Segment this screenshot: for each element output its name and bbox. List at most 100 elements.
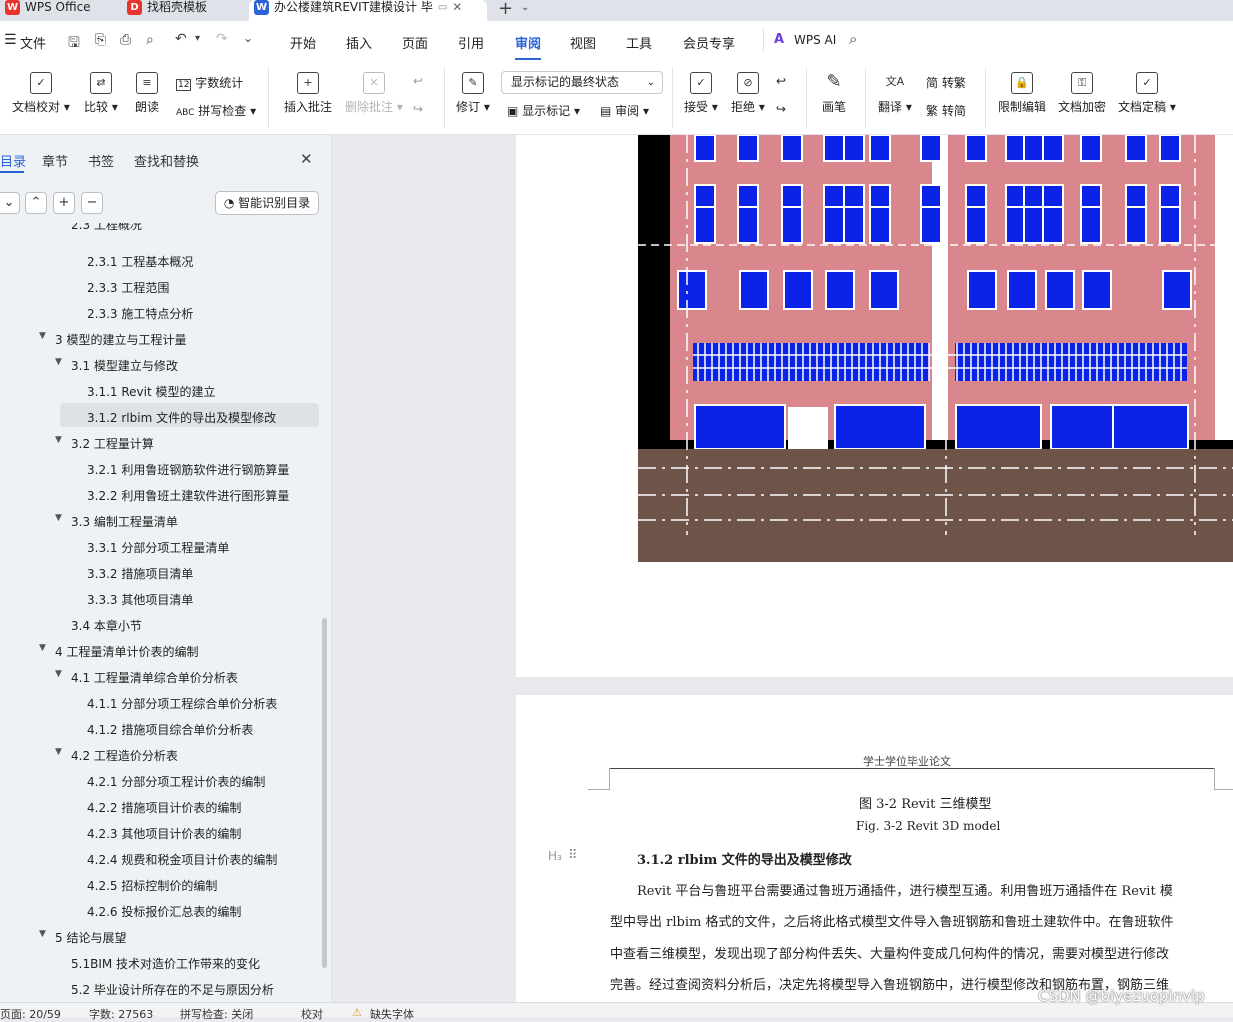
prev-change-icon[interactable]: ↩	[776, 74, 786, 88]
tab-toc[interactable]: 目录	[0, 151, 26, 170]
review-pane-button[interactable]: ▤ 审阅 ▾	[600, 102, 649, 119]
menu-home[interactable]: 开始	[290, 33, 316, 52]
menu-view[interactable]: 视图	[570, 33, 596, 52]
print-icon[interactable]: ⎙	[120, 32, 131, 48]
collapse-all-button[interactable]: ⌄	[0, 192, 20, 214]
move-up-button[interactable]: ⌃	[25, 192, 47, 214]
tab-wps-office[interactable]: W WPS Office	[0, 0, 110, 21]
print-preview-icon[interactable]: ⌕	[146, 32, 154, 48]
insert-comment-button[interactable]: + 插入批注	[284, 72, 332, 115]
reject-button[interactable]: ⊘ 拒绝 ▾	[731, 72, 765, 115]
spell-check-status[interactable]: 拼写检查: 关闭	[180, 1006, 253, 1022]
proofread-button[interactable]: ✓ 文档校对 ▾	[12, 72, 70, 115]
to-simplified-button[interactable]: 繁 转简	[926, 102, 966, 119]
expand-caret-icon[interactable]: ▼	[39, 331, 46, 341]
toc-item[interactable]: 2.3.3 施工特点分析	[87, 305, 193, 322]
toc-item[interactable]: 3.3.2 措施项目清单	[87, 565, 193, 582]
expand-caret-icon[interactable]: ▼	[55, 513, 62, 523]
menu-member[interactable]: 会员专享	[683, 33, 735, 52]
undo-icon[interactable]: ↶	[175, 31, 187, 47]
menu-references[interactable]: 引用	[458, 33, 484, 52]
tab-list-chevron-icon[interactable]: ⌄	[521, 2, 529, 13]
delete-comment-button[interactable]: ✕ 删除批注 ▾	[345, 72, 403, 115]
expand-caret-icon[interactable]: ▼	[39, 929, 46, 939]
save-icon[interactable]: 🖫	[68, 32, 80, 56]
word-count-status[interactable]: 字数: 27563	[89, 1006, 153, 1022]
undo-chevron-icon[interactable]: ▾	[195, 33, 200, 44]
read-aloud-button[interactable]: ≡ 朗读	[135, 72, 159, 115]
translate-button[interactable]: 文A 翻译 ▾	[878, 72, 912, 115]
export-icon[interactable]: ⎘	[95, 32, 106, 48]
menu-insert[interactable]: 插入	[346, 33, 372, 52]
next-change-icon[interactable]: ↪	[776, 102, 786, 116]
smart-toc-button[interactable]: ◔ 智能识别目录	[215, 191, 319, 215]
toc-item[interactable]: 5.2 毕业设计所存在的不足与原因分析	[71, 981, 274, 998]
compare-button[interactable]: ⇄ 比较 ▾	[84, 72, 118, 115]
toc-item[interactable]: 4.2.4 规费和税金项目计价表的编制	[87, 851, 277, 868]
tab-find-replace[interactable]: 查找和替换	[134, 151, 199, 170]
spell-check-button[interactable]: ABC 拼写检查 ▾	[176, 102, 256, 119]
hamburger-icon[interactable]: ☰	[4, 32, 17, 48]
close-tab-icon[interactable]: ✕	[452, 0, 462, 15]
toc-item[interactable]: 3.2.1 利用鲁班钢筋软件进行钢筋算量	[87, 461, 289, 478]
toc-item[interactable]: 4.1.2 措施项目综合单价分析表	[87, 721, 253, 738]
to-traditional-button[interactable]: 简 转繁	[926, 74, 966, 91]
pen-button[interactable]: ✎ 画笔	[822, 72, 846, 115]
menu-file[interactable]: 文件	[20, 33, 46, 52]
toc-item[interactable]: 4.2.2 措施项目计价表的编制	[87, 799, 241, 816]
page-indicator[interactable]: 页面: 20/59	[0, 1006, 61, 1022]
accept-button[interactable]: ✓ 接受 ▾	[684, 72, 718, 115]
toc-item[interactable]: ▼ 3.1 模型建立与修改	[55, 357, 178, 374]
toc-item[interactable]: 2.3.3 工程范围	[87, 279, 169, 296]
toc-item[interactable]: 2.3.1 工程基本概况	[87, 253, 193, 270]
track-changes-button[interactable]: ✎ 修订 ▾	[456, 72, 490, 115]
toc-item[interactable]: 3.4 本章小节	[71, 617, 142, 634]
heading-marker-icon[interactable]: H₃	[548, 849, 562, 863]
new-tab-button[interactable]: +	[498, 0, 513, 19]
toc-item[interactable]: ▼ 3.2 工程量计算	[55, 435, 154, 452]
expand-caret-icon[interactable]: ▼	[55, 357, 62, 367]
expand-caret-icon[interactable]: ▼	[39, 643, 46, 653]
close-panel-icon[interactable]: ✕	[300, 150, 313, 168]
toc-item[interactable]: ▼ 3.3 编制工程量清单	[55, 513, 178, 530]
markup-state-select[interactable]: 显示标记的最终状态 ⌄	[501, 71, 663, 94]
panel-scrollbar[interactable]	[322, 618, 327, 968]
toc-item[interactable]: ▼ 4.2 工程造价分析表	[55, 747, 178, 764]
search-icon[interactable]: ⌕	[849, 30, 857, 48]
toc-item[interactable]: 4.2.1 分部分项工程计价表的编制	[87, 773, 265, 790]
toc-item[interactable]: 3.2.2 利用鲁班土建软件进行图形算量	[87, 487, 289, 504]
add-heading-button[interactable]: +	[53, 192, 75, 214]
toc-item[interactable]: 3.3.3 其他项目清单	[87, 591, 193, 608]
menu-review[interactable]: 审阅	[515, 33, 542, 60]
word-count-button[interactable]: 12 字数统计	[176, 74, 243, 91]
window-icon[interactable]: ▭	[438, 0, 447, 15]
tab-docer[interactable]: D 找稻壳模板	[122, 0, 242, 21]
toc-item[interactable]: 3.3.1 分部分项工程量清单	[87, 539, 229, 556]
toc-item[interactable]: 3.1.1 Revit 模型的建立	[87, 383, 216, 400]
toc-item[interactable]: 2.3 工程概况	[71, 223, 142, 233]
toc-item[interactable]: 4.2.6 投标报价汇总表的编制	[87, 903, 241, 920]
show-markup-button[interactable]: ▣ 显示标记 ▾	[507, 102, 580, 119]
toc-item[interactable]: 4.2.3 其他项目计价表的编制	[87, 825, 241, 842]
restrict-edit-button[interactable]: 🔒 限制编辑	[998, 72, 1046, 115]
next-comment-icon[interactable]: ↪	[413, 102, 423, 116]
menu-wps-ai[interactable]: WPS AI	[794, 33, 836, 47]
tab-chapters[interactable]: 章节	[42, 151, 68, 170]
drag-handle-icon[interactable]: ⠿	[568, 848, 578, 863]
toc-item[interactable]: 4.1.1 分部分项工程综合单价分析表	[87, 695, 277, 712]
expand-caret-icon[interactable]: ▼	[55, 747, 62, 757]
finalize-button[interactable]: ✓ 文档定稿 ▾	[1118, 72, 1176, 115]
toc-item-selected[interactable]: 3.1.2 rlbim 文件的导出及模型修改	[87, 409, 276, 426]
missing-font-status[interactable]: 缺失字体	[370, 1006, 414, 1022]
expand-caret-icon[interactable]: ▼	[55, 435, 62, 445]
redo-icon[interactable]: ↷	[216, 31, 228, 47]
tab-bookmarks[interactable]: 书签	[88, 151, 114, 170]
prev-comment-icon[interactable]: ↩	[413, 74, 423, 88]
proof-status[interactable]: 校对	[301, 1006, 323, 1022]
toc-item[interactable]: ▼ 5 结论与展望	[39, 929, 126, 946]
expand-caret-icon[interactable]: ▼	[55, 669, 62, 679]
more-chevron-icon[interactable]: ⌄	[243, 31, 253, 45]
toc-item[interactable]: 5.1BIM 技术对造价工作带来的变化	[71, 955, 260, 972]
remove-heading-button[interactable]: −	[81, 192, 103, 214]
tab-document[interactable]: W 办公楼建筑REVIT建模设计 毕 ▭ ✕	[249, 0, 487, 21]
